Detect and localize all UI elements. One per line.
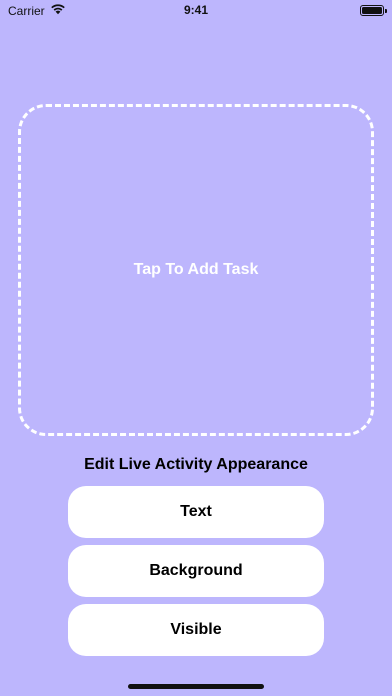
status-bar: Carrier 9:41 <box>0 0 392 22</box>
text-button[interactable]: Text <box>68 486 324 538</box>
visible-button[interactable]: Visible <box>68 604 324 656</box>
status-time: 9:41 <box>183 3 209 17</box>
appearance-section-title: Edit Live Activity Appearance <box>84 456 308 473</box>
background-button[interactable]: Background <box>68 545 324 597</box>
add-task-label: Tap To Add Task <box>133 261 259 278</box>
add-task-drop-zone[interactable]: Tap To Add Task <box>18 104 374 436</box>
home-indicator[interactable] <box>128 684 264 689</box>
battery-icon <box>360 5 387 16</box>
